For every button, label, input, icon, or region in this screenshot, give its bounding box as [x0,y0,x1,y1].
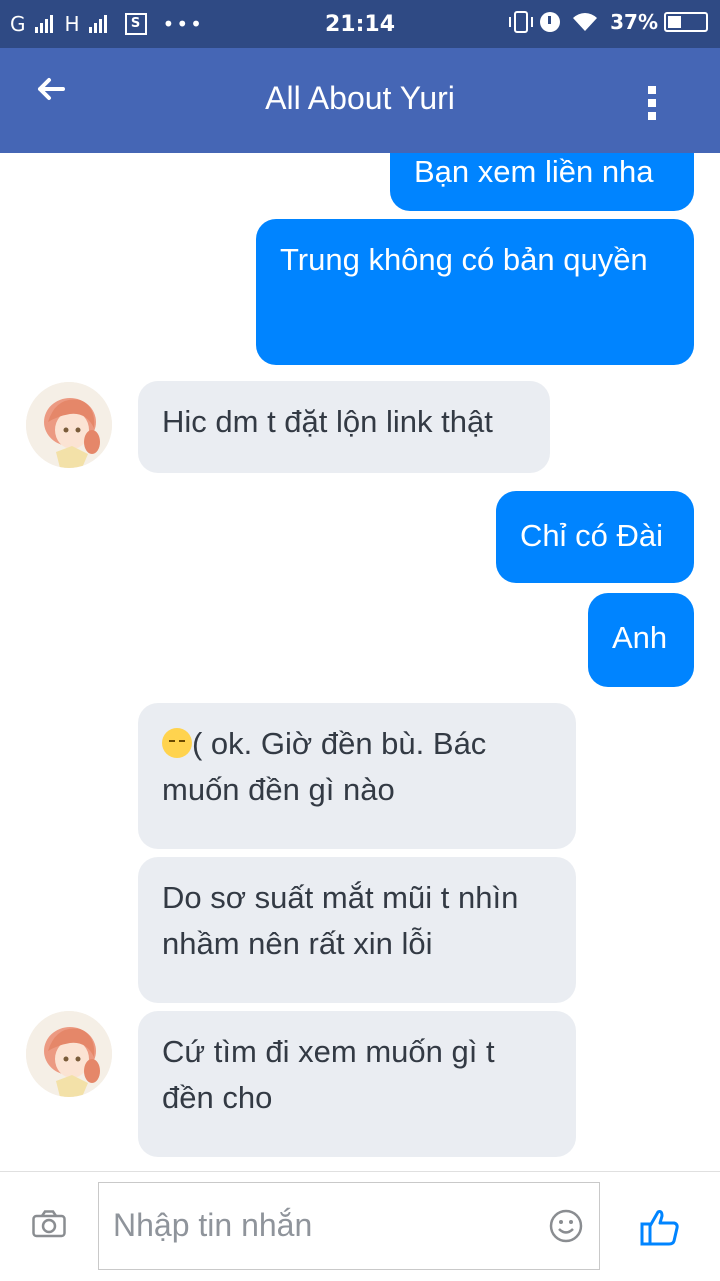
message-outgoing[interactable]: Bạn xem liền nha [390,153,694,211]
battery-icon [664,12,708,32]
avatar-image [26,382,112,468]
camera-icon[interactable] [32,1210,66,1238]
conversation-title[interactable]: All About Yuri [0,80,720,117]
message-outgoing[interactable]: Chỉ có Đài [496,491,694,583]
message-incoming[interactable]: Cứ tìm đi xem muốn gì t đền cho [138,1011,576,1157]
app-bar: All About Yuri [0,48,720,153]
status-right: 37% [509,10,708,34]
battery: 37% [610,10,708,34]
message-list[interactable]: Bạn xem liền nha Trung không có bản quyề… [0,153,720,1171]
wifi-icon [573,13,598,31]
contact-avatar[interactable] [26,382,112,468]
message-text: ( ok. Giờ đền bù. Bác muốn đền gì nào [162,726,487,807]
message-incoming-with-emoji[interactable]: ( ok. Giờ đền bù. Bác muốn đền gì nào [138,703,576,849]
message-input[interactable] [99,1183,539,1268]
contact-avatar[interactable] [26,1011,112,1097]
more-options-icon[interactable] [646,86,658,125]
composer-bar [0,1171,720,1281]
message-incoming[interactable]: Do sơ suất mắt mũi t nhìn nhầm nên rất x… [138,857,576,1003]
avatar-image [26,1011,112,1097]
alarm-icon [540,12,561,32]
thumbs-up-icon[interactable] [640,1208,680,1246]
vibrate-icon [509,11,534,33]
message-incoming[interactable]: Hic dm t đặt lộn link thật [138,381,550,473]
disappointed-face-icon [162,728,192,758]
emoji-smiley-icon[interactable] [549,1209,583,1243]
battery-percent: 37% [610,10,658,34]
status-bar: G H S ••• 21:14 37% [0,0,720,48]
message-outgoing[interactable]: Anh [588,593,694,687]
message-outgoing[interactable]: Trung không có bản quyền [256,219,694,365]
battery-fill [668,16,681,28]
message-input-container[interactable] [98,1182,600,1270]
